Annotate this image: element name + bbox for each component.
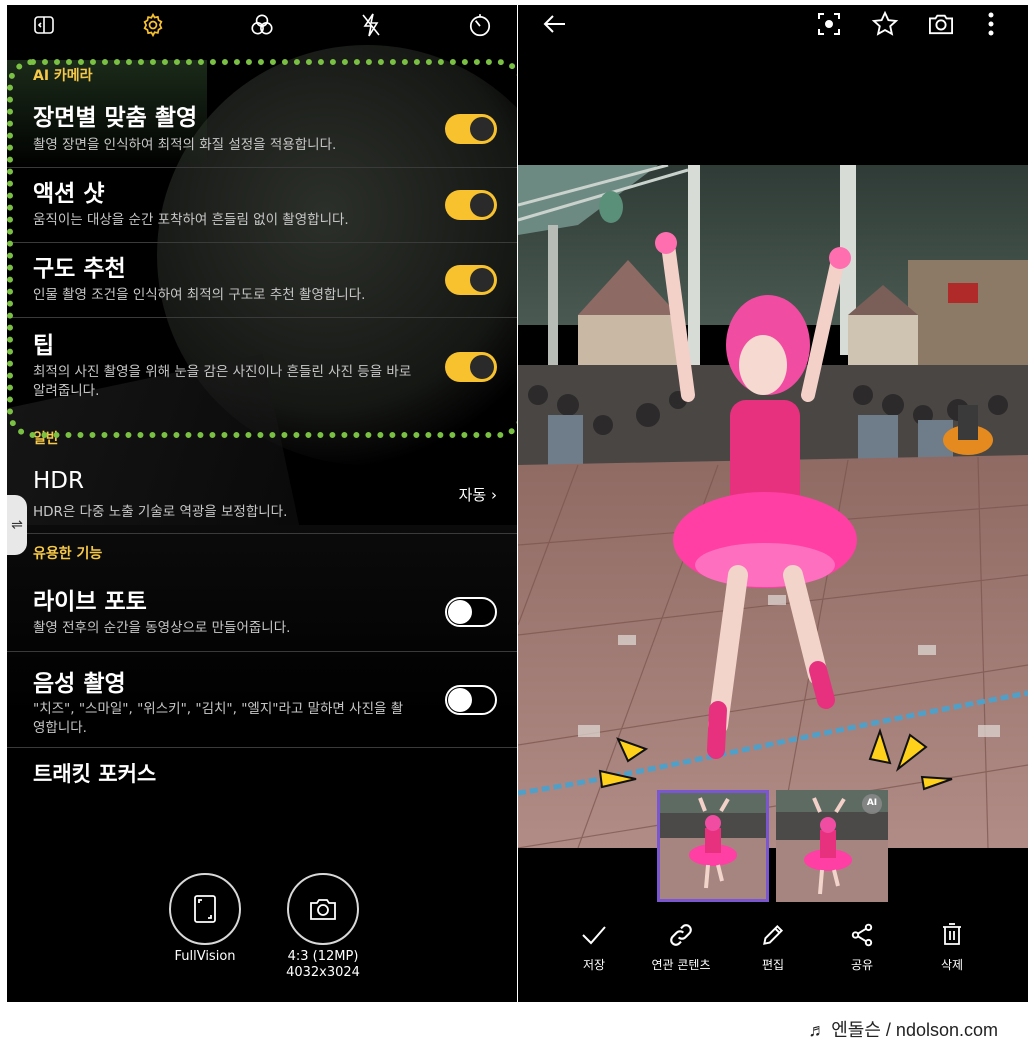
setting-row-scene-optimize[interactable]: 장면별 맞춤 촬영 촬영 장면을 인식하여 최적의 화질 설정을 적용합니다.	[7, 92, 517, 168]
aspect-toggle-icon[interactable]	[29, 10, 59, 40]
gallery-viewer: AI 저장 연관 콘텐츠 편집 공유 삭제	[518, 5, 1028, 1002]
setting-title: 구도 추천	[33, 256, 126, 282]
watermark-credit: ♬ 엔돌슨 / ndolson.com	[808, 1020, 998, 1040]
side-panel-handle[interactable]: ⇌	[7, 495, 27, 555]
camera-settings-panel: AI 카메라 장면별 맞춤 촬영 촬영 장면을 인식하여 최적의 화질 설정을 …	[7, 5, 517, 1002]
camera-top-bar	[7, 5, 517, 45]
setting-row-composition[interactable]: 구도 추천 인물 촬영 조건을 인식하여 최적의 구도로 추천 촬영합니다.	[7, 243, 517, 318]
edit-label: 편집	[761, 958, 785, 972]
setting-row-action-shot[interactable]: 액션 샷 움직이는 대상을 순간 포착하여 흔들림 없이 촬영합니다.	[7, 168, 517, 243]
camera-icon	[308, 896, 338, 922]
setting-row-tip[interactable]: 팁 최적의 사진 촬영을 위해 눈을 감은 사진이나 흔들린 사진 등을 바로 …	[7, 318, 517, 416]
setting-desc: 움직이는 대상을 순간 포착하여 흔들림 없이 촬영합니다.	[33, 212, 349, 228]
setting-desc: 최적의 사진 촬영을 위해 눈을 감은 사진이나 흔들린 사진 등을 바로 알려…	[33, 364, 412, 399]
setting-row-live-photo[interactable]: 라이브 포토 촬영 전후의 순간을 동영상으로 만들어줍니다.	[7, 574, 517, 652]
related-content-label: 연관 콘텐츠	[651, 958, 711, 972]
setting-title: 액션 샷	[33, 181, 105, 207]
share-icon	[847, 920, 877, 950]
thumbnail-selected[interactable]	[657, 790, 769, 902]
camera-icon[interactable]	[926, 9, 956, 39]
fullvision-icon	[192, 894, 218, 924]
share-label: 공유	[850, 958, 874, 972]
more-vert-icon[interactable]	[976, 9, 1006, 39]
resolution-pixels: 4032x3024	[286, 965, 360, 980]
focus-scan-icon[interactable]	[814, 9, 844, 39]
pencil-icon	[758, 920, 788, 950]
trash-icon	[937, 920, 967, 950]
setting-title: 팁	[33, 333, 55, 359]
flash-off-icon[interactable]	[356, 10, 386, 40]
setting-title: 트래킷 포커스	[33, 762, 157, 786]
gallery-top-bar	[518, 5, 1028, 43]
timer-icon[interactable]	[465, 10, 495, 40]
edit-button[interactable]: 편집	[728, 920, 818, 973]
share-button[interactable]: 공유	[817, 920, 907, 973]
resolution-ratio: 4:3 (12MP)	[287, 949, 359, 964]
setting-row-voice-shot[interactable]: 음성 촬영 "치즈", "스마일", "위스키", "김치", "엘지"라고 말…	[7, 652, 517, 748]
star-icon[interactable]	[870, 9, 900, 39]
setting-desc: 촬영 장면을 인식하여 최적의 화질 설정을 적용합니다.	[33, 137, 337, 153]
filter-effects-icon[interactable]	[247, 10, 277, 40]
composition-toggle[interactable]	[445, 265, 497, 295]
thumbnail-ai-recommended[interactable]: AI	[776, 790, 888, 902]
save-label: 저장	[582, 958, 606, 972]
setting-title: 장면별 맞춤 촬영	[33, 105, 198, 131]
gear-icon[interactable]	[138, 10, 168, 40]
fullvision-button[interactable]	[169, 873, 241, 945]
setting-row-tracking-focus[interactable]: 트래킷 포커스	[7, 748, 517, 798]
scene-optimize-toggle[interactable]	[445, 114, 497, 144]
delete-label: 삭제	[940, 958, 964, 972]
setting-desc: 촬영 전후의 순간을 동영상으로 만들어줍니다.	[33, 620, 291, 636]
voice-shot-toggle[interactable]	[445, 685, 497, 715]
setting-desc: HDR은 다중 노출 기술로 역광을 보정합니다.	[33, 504, 288, 520]
setting-desc: 인물 촬영 조건을 인식하여 최적의 구도로 추천 촬영합니다.	[33, 287, 366, 303]
setting-title: 음성 촬영	[33, 671, 126, 697]
setting-desc: "치즈", "스마일", "위스키", "김치", "엘지"라고 말하면 사진을…	[33, 701, 404, 736]
action-shot-toggle[interactable]	[445, 190, 497, 220]
settings-list: AI 카메라 장면별 맞춤 촬영 촬영 장면을 인식하여 최적의 화질 설정을 …	[7, 60, 517, 798]
setting-row-hdr[interactable]: HDR HDR은 다중 노출 기술로 역광을 보정합니다. 자동 ›	[7, 456, 517, 534]
setting-title: HDR	[33, 468, 84, 494]
save-button[interactable]: 저장	[549, 920, 639, 973]
back-arrow-icon[interactable]	[540, 9, 570, 39]
resolution-label: 4:3 (12MP) 4032x3024	[273, 949, 373, 981]
resolution-button[interactable]	[287, 873, 359, 945]
live-photo-toggle[interactable]	[445, 597, 497, 627]
section-title-useful: 유용한 기능	[33, 546, 103, 562]
related-content-button[interactable]: 연관 콘텐츠	[636, 920, 726, 973]
gallery-action-bar: 저장 연관 콘텐츠 편집 공유 삭제	[518, 920, 1028, 990]
hdr-value[interactable]: 자동 ›	[459, 484, 497, 505]
tip-toggle[interactable]	[445, 352, 497, 382]
section-title-general: 일반	[33, 431, 59, 447]
ai-badge: AI	[866, 798, 878, 808]
fullvision-label: FullVision	[174, 949, 236, 964]
delete-button[interactable]: 삭제	[907, 920, 997, 973]
section-title-ai-camera: AI 카메라	[33, 68, 93, 84]
check-icon	[579, 920, 609, 950]
main-photo[interactable]	[518, 165, 1028, 848]
link-icon	[666, 920, 696, 950]
setting-title: 라이브 포토	[33, 589, 147, 615]
